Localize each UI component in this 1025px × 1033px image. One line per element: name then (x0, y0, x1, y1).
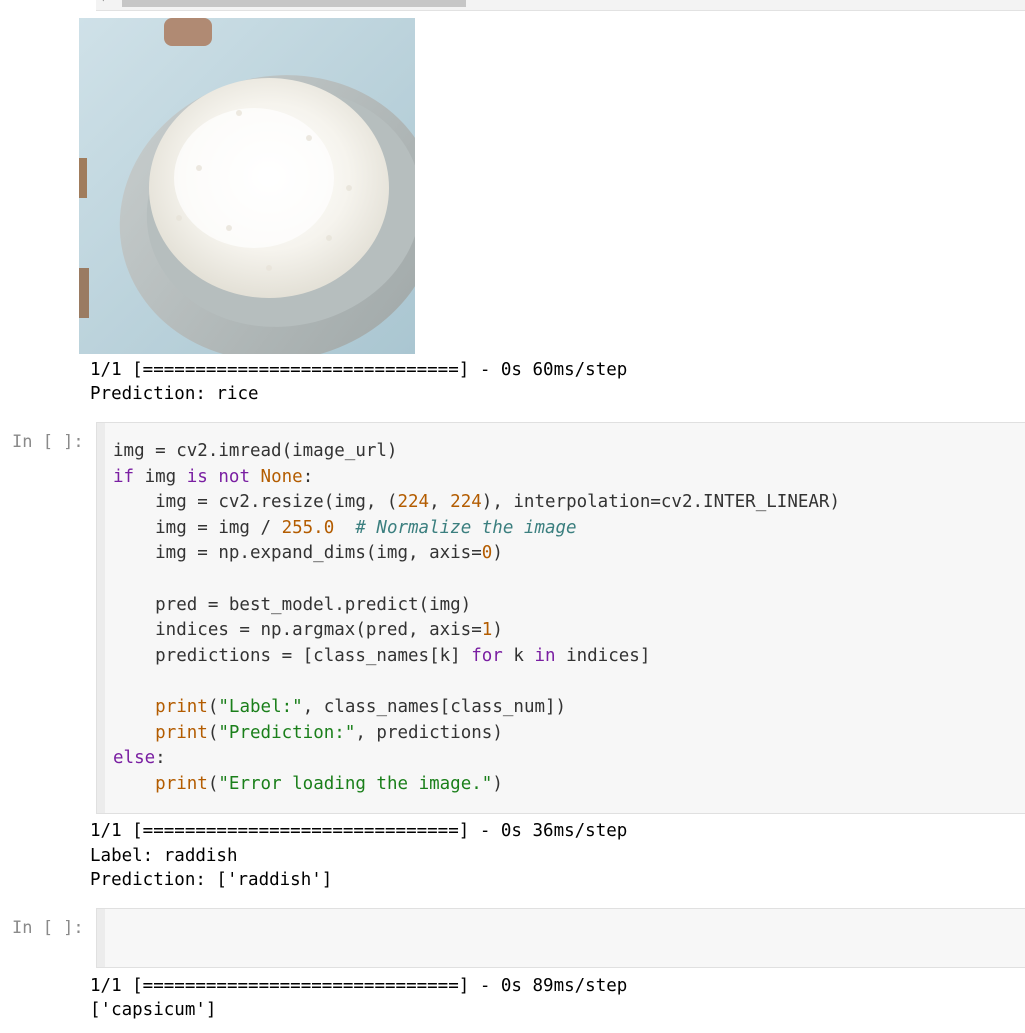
cell2-output-progress: 1/1 [==============================] - 0… (90, 976, 628, 996)
cell2-output-result: ['capsicum'] (90, 1000, 217, 1020)
output-image-rice (79, 18, 415, 354)
code-line: indices = np.argmax(pred, axis=1) (113, 620, 503, 641)
output-prediction-line: Prediction: rice (90, 384, 259, 404)
code-line: predictions = [class_names[k] for k in i… (113, 645, 651, 666)
scroll-left-arrow-icon[interactable]: ‹ (100, 0, 106, 5)
code-cell-input[interactable]: img = cv2.imread(image_url) if img is no… (96, 422, 1025, 814)
cell1-output-label: Label: raddish (90, 846, 238, 866)
cell1-output-prediction: Prediction: ['raddish'] (90, 870, 333, 890)
cell-gutter (97, 909, 105, 967)
cell1-output-progress: 1/1 [==============================] - 0… (90, 821, 628, 841)
output-progress-line: 1/1 [==============================] - 0… (90, 360, 628, 380)
rice-plate-illustration (79, 18, 415, 354)
code-editor[interactable]: img = cv2.imread(image_url) if img is no… (113, 439, 840, 797)
code-line: pred = best_model.predict(img) (113, 594, 472, 615)
code-line: if img is not None: (113, 466, 314, 487)
code-line: img = img / 255.0 # Normalize the image (113, 517, 577, 538)
code-line: else: (113, 748, 166, 769)
code-line: img = cv2.imread(image_url) (113, 441, 398, 461)
code-line: img = np.expand_dims(img, axis=0) (113, 543, 503, 564)
cell-prompt: In [ ]: (12, 432, 84, 452)
cell-prompt: In [ ]: (12, 918, 84, 938)
code-line: img = cv2.resize(img, (224, 224), interp… (113, 492, 841, 513)
code-line: print("Prediction:", predictions) (155, 722, 503, 743)
horizontal-scrollbar-thumb[interactable] (122, 0, 466, 7)
cell-gutter (97, 423, 105, 813)
code-cell-input-empty[interactable] (96, 908, 1025, 968)
code-line: print("Label:", class_names[class_num]) (155, 696, 567, 717)
code-line: print("Error loading the image.") (155, 773, 503, 794)
